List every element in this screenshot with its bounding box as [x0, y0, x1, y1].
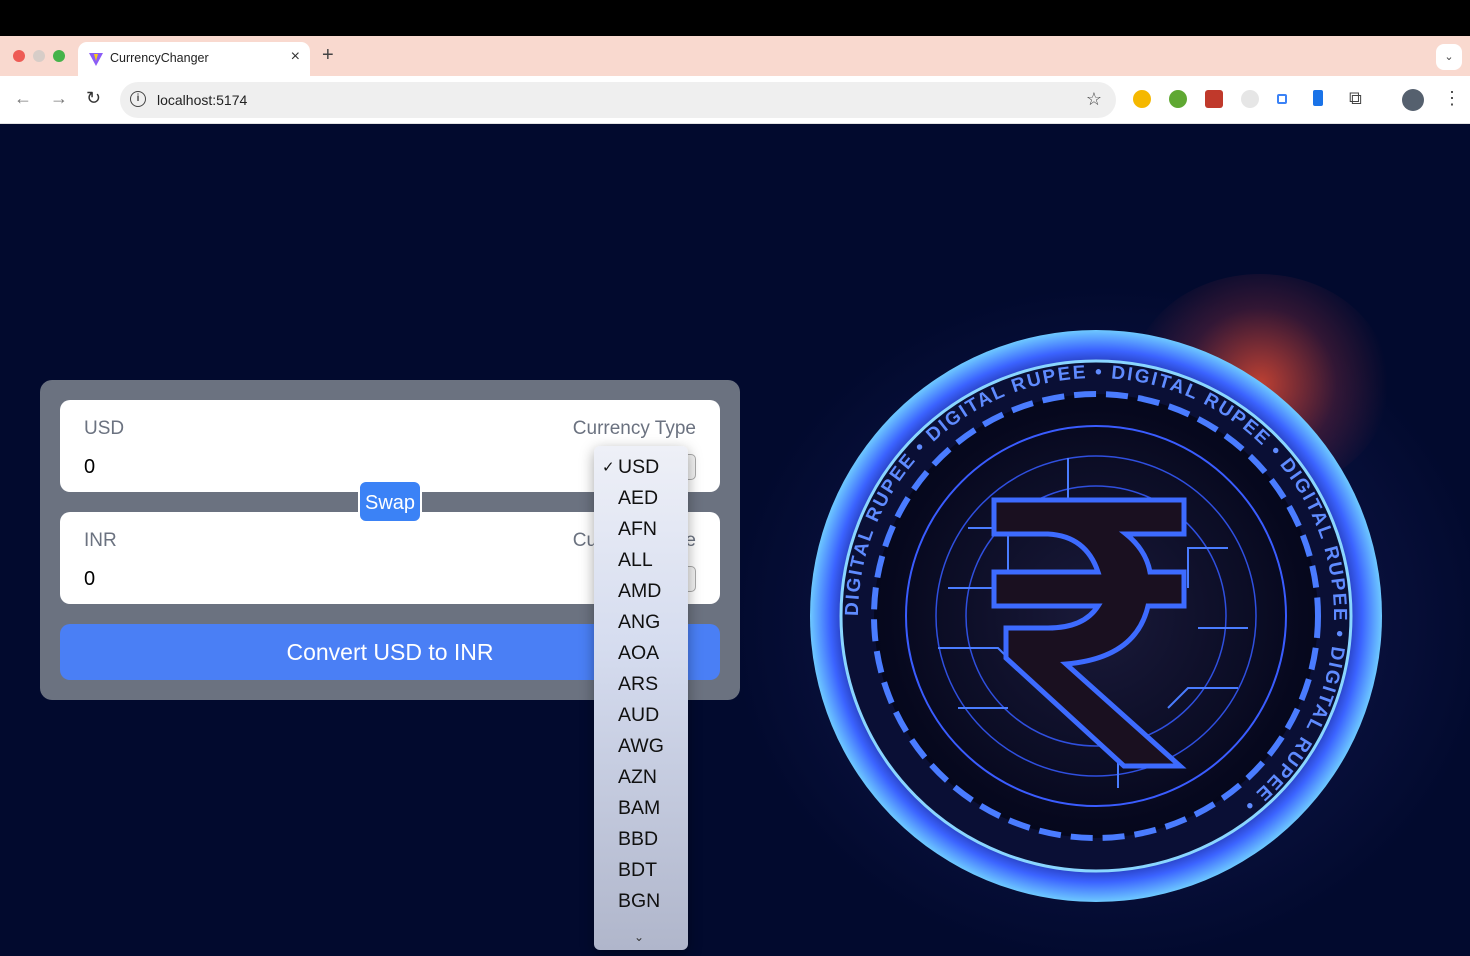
browser-toolbar: ← → ↻ i localhost:5174 ☆ ⧉ ⋮: [0, 76, 1470, 124]
to-currency-label: INR: [84, 530, 117, 551]
macos-menubar: [0, 0, 1470, 36]
minimize-window-button[interactable]: [33, 50, 45, 62]
dropdown-option[interactable]: AFN: [594, 513, 688, 544]
dropdown-option[interactable]: AZN: [594, 761, 688, 792]
dropdown-option[interactable]: ALL: [594, 544, 688, 575]
dropdown-option-usd[interactable]: ✓ USD: [594, 451, 688, 482]
to-amount-input[interactable]: 0: [84, 568, 95, 591]
dropdown-option[interactable]: ARS: [594, 668, 688, 699]
back-icon[interactable]: ←: [14, 88, 32, 109]
url-text: localhost:5174: [157, 92, 248, 108]
dropdown-option[interactable]: ANG: [594, 606, 688, 637]
extension-l-icon[interactable]: [1313, 90, 1323, 106]
currency-dropdown-list[interactable]: ✓ USD AED AFN ALL AMD ANG AOA ARS AUD AW…: [594, 446, 688, 950]
dropdown-option[interactable]: AOA: [594, 637, 688, 668]
scroll-down-chevron-icon[interactable]: ⌄: [634, 930, 644, 944]
extension-chart-icon[interactable]: [1277, 94, 1287, 104]
menu-kebab-icon[interactable]: ⋮: [1443, 88, 1461, 109]
tab-title: CurrencyChanger: [110, 51, 209, 65]
dropdown-option[interactable]: BGN: [594, 885, 688, 916]
extension-plus-icon[interactable]: [1169, 90, 1187, 108]
vite-logo-icon: [89, 53, 103, 66]
tab-search-button[interactable]: ⌄: [1436, 44, 1462, 70]
close-tab-icon[interactable]: ×: [291, 48, 300, 66]
extension-red-icon[interactable]: [1205, 90, 1223, 108]
maximize-window-button[interactable]: [53, 50, 65, 62]
tab-currencychanger[interactable]: CurrencyChanger ×: [78, 42, 310, 76]
close-window-button[interactable]: [13, 50, 25, 62]
address-bar[interactable]: i localhost:5174 ☆: [120, 82, 1116, 118]
extensions-puzzle-icon[interactable]: ⧉: [1349, 88, 1362, 109]
bookmark-star-icon[interactable]: ☆: [1086, 89, 1102, 110]
forward-icon[interactable]: →: [50, 88, 68, 109]
digital-rupee-coin-image: DIGITAL RUPEE • DIGITAL RUPEE • DIGITAL …: [810, 330, 1382, 902]
dropdown-option[interactable]: BBD: [594, 823, 688, 854]
browser-tabstrip: CurrencyChanger × + ⌄: [0, 36, 1470, 76]
dropdown-option[interactable]: AUD: [594, 699, 688, 730]
check-icon: ✓: [602, 459, 615, 476]
from-amount-input[interactable]: 0: [84, 456, 95, 479]
dropdown-option[interactable]: AMD: [594, 575, 688, 606]
reload-icon[interactable]: ↻: [86, 88, 101, 109]
dropdown-option[interactable]: BAM: [594, 792, 688, 823]
from-currency-type-label: Currency Type: [572, 418, 696, 439]
site-info-icon[interactable]: i: [130, 91, 146, 107]
dropdown-option[interactable]: AED: [594, 482, 688, 513]
dropdown-option[interactable]: AWG: [594, 730, 688, 761]
profile-avatar[interactable]: [1402, 89, 1424, 111]
extension-timer-icon[interactable]: [1241, 90, 1259, 108]
dropdown-option[interactable]: BDT: [594, 854, 688, 885]
swap-button[interactable]: Swap: [358, 480, 422, 523]
app-page: DIGITAL RUPEE • DIGITAL RUPEE • DIGITAL …: [0, 124, 1470, 956]
from-currency-label: USD: [84, 418, 125, 439]
new-tab-button[interactable]: +: [322, 44, 334, 67]
extension-keeper-icon[interactable]: [1133, 90, 1151, 108]
